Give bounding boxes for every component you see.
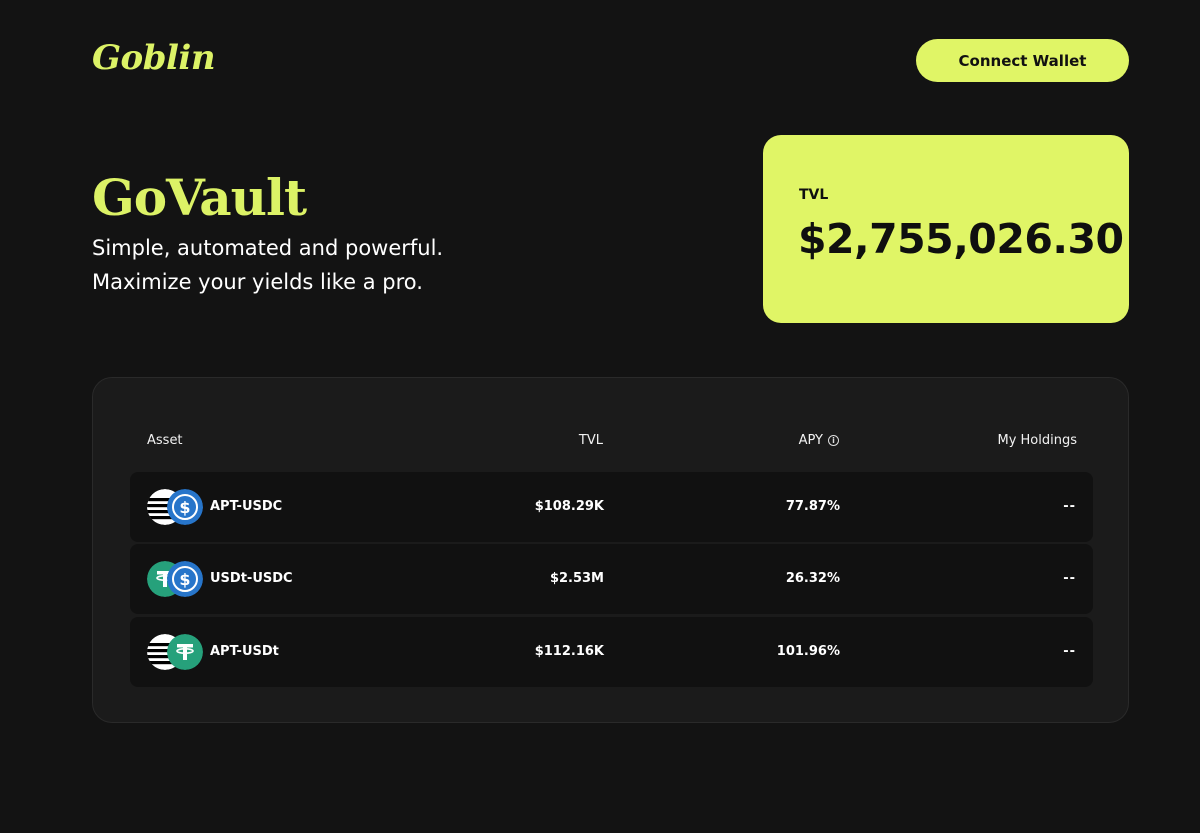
- asset-holdings: --: [1063, 644, 1076, 659]
- column-header-tvl: TVL: [578, 433, 603, 448]
- asset-name: APT-USDC: [210, 499, 283, 514]
- hero-tagline-1: Simple, automated and powerful.: [92, 236, 444, 260]
- usdc-icon: $: [167, 489, 203, 525]
- token-pair-icons: [147, 634, 203, 670]
- hero-tagline-2: Maximize your yields like a pro.: [92, 270, 423, 294]
- column-header-apy: APY i: [799, 433, 839, 448]
- token-pair-icons: $: [147, 561, 203, 597]
- usdt-icon: [167, 634, 203, 670]
- token-pair-icons: $: [147, 489, 203, 525]
- vault-table: Asset TVL APY i My Holdings $ APT-USDC $…: [92, 377, 1129, 723]
- asset-tvl: $108.29K: [534, 499, 604, 514]
- asset-name: APT-USDt: [210, 644, 279, 659]
- usdc-icon: $: [167, 561, 203, 597]
- svg-text:$: $: [179, 498, 190, 517]
- column-header-apy-label: APY: [798, 433, 823, 448]
- table-row[interactable]: APT-USDt $112.16K 101.96% --: [130, 617, 1093, 687]
- page-title: GoVault: [92, 168, 307, 227]
- column-header-holdings: My Holdings: [997, 433, 1077, 448]
- asset-apy: 26.32%: [785, 571, 840, 586]
- tvl-card-label: TVL: [799, 187, 829, 203]
- goblin-logo[interactable]: Goblin: [92, 38, 216, 78]
- table-header: Asset TVL APY i My Holdings: [130, 433, 1092, 453]
- asset-apy: 101.96%: [776, 644, 840, 659]
- connect-wallet-button[interactable]: Connect Wallet: [916, 39, 1129, 82]
- tvl-card-value: $2,755,026.30: [798, 215, 1124, 263]
- asset-name: USDt-USDC: [210, 571, 293, 586]
- column-header-asset: Asset: [147, 433, 183, 448]
- info-icon[interactable]: i: [828, 435, 839, 446]
- asset-tvl: $112.16K: [534, 644, 604, 659]
- asset-holdings: --: [1063, 571, 1076, 586]
- asset-tvl: $2.53M: [549, 571, 604, 586]
- asset-holdings: --: [1063, 499, 1076, 514]
- asset-apy: 77.87%: [785, 499, 840, 514]
- tvl-card: TVL $2,755,026.30: [763, 135, 1129, 323]
- table-row[interactable]: $ USDt-USDC $2.53M 26.32% --: [130, 544, 1093, 614]
- svg-text:$: $: [179, 570, 190, 589]
- table-row[interactable]: $ APT-USDC $108.29K 77.87% --: [130, 472, 1093, 542]
